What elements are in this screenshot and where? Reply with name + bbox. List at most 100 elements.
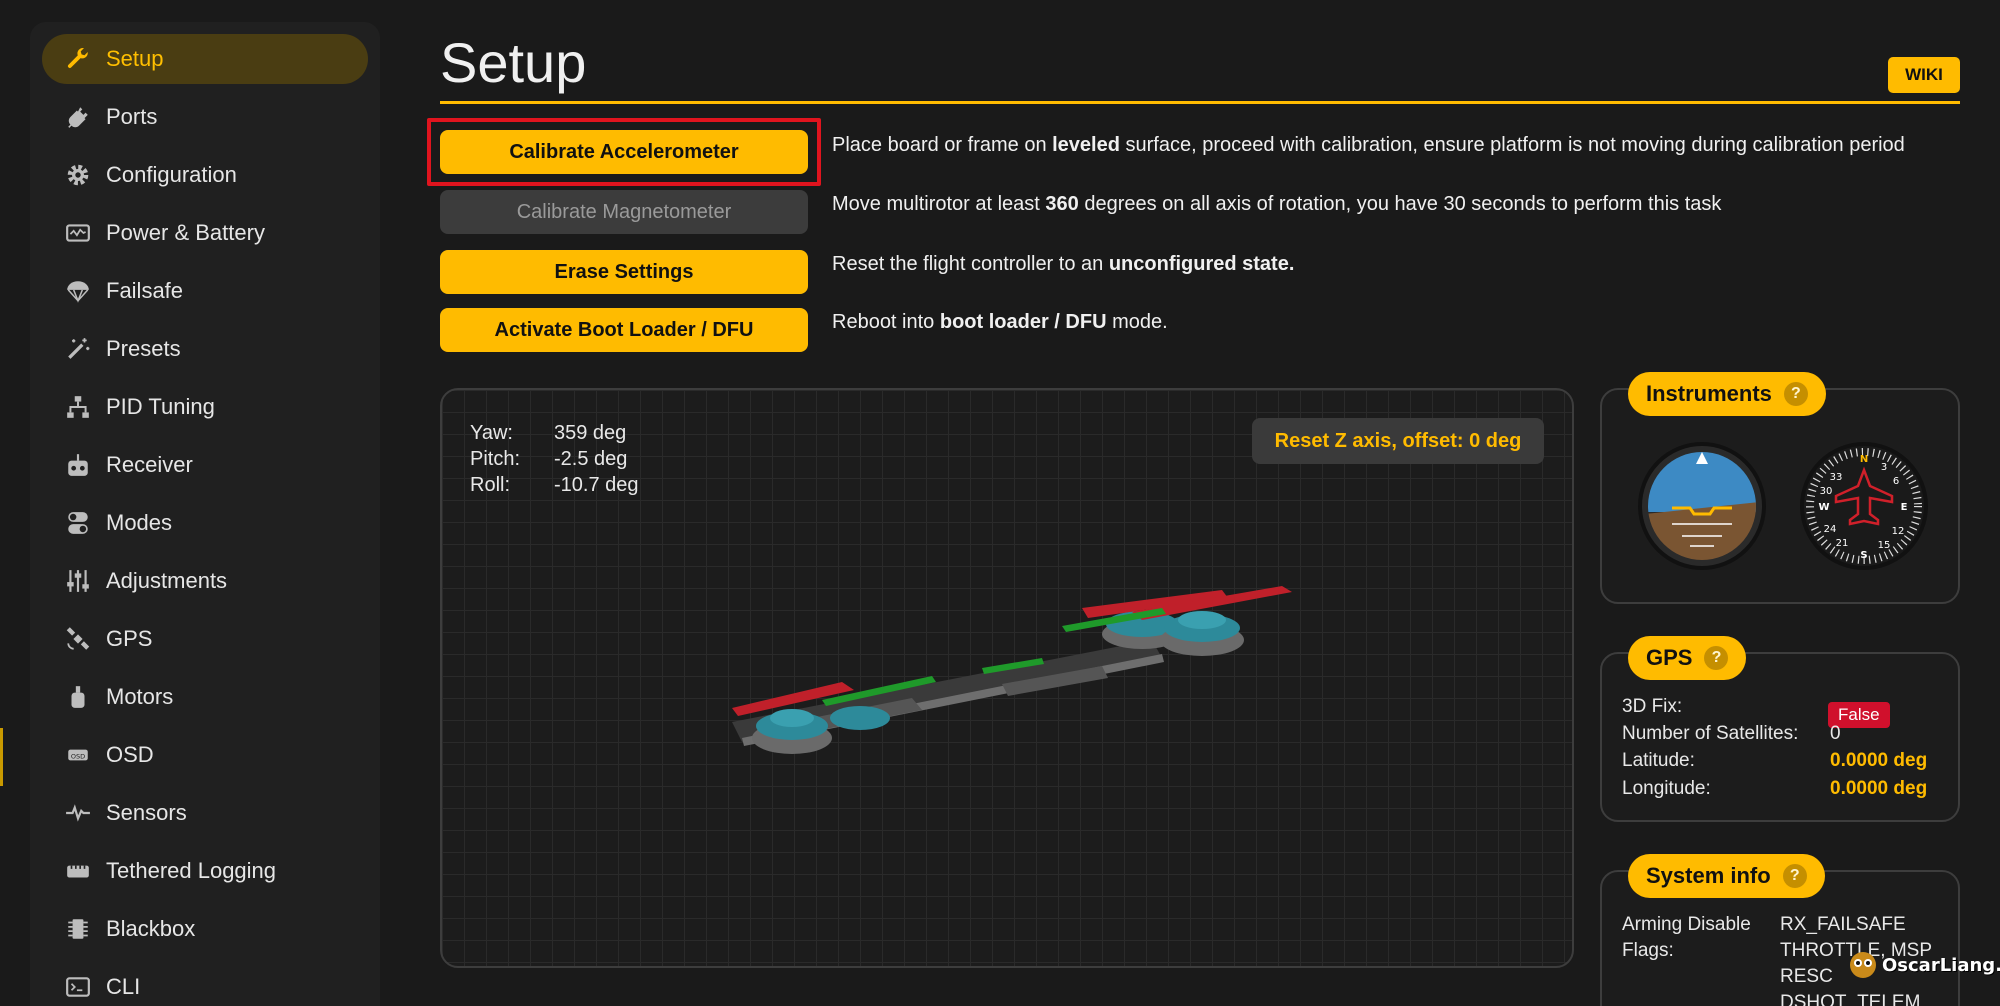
plug-icon (64, 103, 92, 131)
calibrate-magnetometer-description: Move multirotor at least 360 degrees on … (832, 193, 1722, 215)
svg-text:OSD: OSD (71, 752, 85, 760)
logging-icon (64, 857, 92, 885)
sidebar-item-label: GPS (106, 626, 153, 651)
attitude-indicator-icon (1638, 442, 1766, 570)
activate-bootloader-button[interactable]: Activate Boot Loader / DFU (440, 308, 808, 352)
sidebar-item-failsafe[interactable]: Failsafe (42, 266, 368, 316)
roll-label: Roll: (470, 474, 511, 496)
watermark-logo: OscarLiang.com (1848, 950, 2000, 980)
activate-bootloader-description: Reboot into boot loader / DFU mode. (832, 311, 1168, 333)
sidebar-item-label: PID Tuning (106, 394, 215, 419)
roll-row: Roll: -10.7 deg (470, 472, 639, 498)
gps-panel: GPS ? 3D Fix: False Number of Satellites… (1600, 636, 1960, 822)
magic-wand-icon (64, 335, 92, 363)
highlight-annotation-box (427, 118, 821, 186)
sidebar-item-pid-tuning[interactable]: PID Tuning (42, 382, 368, 432)
arming-disable-label: Arming Disable (1622, 914, 1751, 935)
sidebar-item-label: Motors (106, 684, 174, 709)
sidebar-item-ports[interactable]: Ports (42, 92, 368, 142)
sidebar-item-sensors[interactable]: Sensors (42, 788, 368, 838)
sliders-icon (64, 567, 92, 595)
terminal-icon (64, 973, 92, 1001)
erase-settings-button[interactable]: Erase Settings (440, 250, 808, 294)
sidebar-item-tethered-logging[interactable]: Tethered Logging (42, 846, 368, 896)
gps-satellites-value: 0 (1830, 723, 1841, 744)
sidebar-item-power-battery[interactable]: Power & Battery (42, 208, 368, 258)
yaw-row: Yaw: 359 deg (470, 420, 639, 446)
sidebar-item-blackbox[interactable]: Blackbox (42, 904, 368, 954)
gps-title: GPS (1646, 645, 1693, 670)
sidebar-item-setup[interactable]: Setup (42, 34, 368, 84)
instruments-panel: Instruments ? N E S W 33 30 3 6 12 15 21… (1600, 372, 1960, 604)
sidebar-nav: Setup Ports Configuration Power & Batter… (30, 22, 380, 1006)
chip-icon (64, 915, 92, 943)
remote-control-icon (64, 451, 92, 479)
sidebar-item-gps[interactable]: GPS (42, 614, 368, 664)
arming-flag-item: DSHOT_TELEM (1780, 992, 1921, 1006)
calibrate-magnetometer-button[interactable]: Calibrate Magnetometer (440, 190, 808, 234)
reset-z-axis-button[interactable]: Reset Z axis, offset: 0 deg (1252, 418, 1544, 464)
gps-header: GPS ? (1628, 636, 1747, 680)
pulse-icon (64, 799, 92, 827)
sidebar-item-label: CLI (106, 974, 141, 999)
help-icon[interactable]: ? (1704, 646, 1729, 670)
wrench-icon (64, 45, 92, 73)
yaw-label: Yaw: (470, 422, 513, 444)
sidebar-item-label: Tethered Logging (106, 858, 277, 883)
svg-text:15: 15 (1878, 540, 1891, 551)
sidebar-item-configuration[interactable]: Configuration (42, 150, 368, 200)
sidebar-item-motors[interactable]: Motors (42, 672, 368, 722)
gps-fix-label: 3D Fix: (1622, 696, 1683, 717)
battery-graph-icon (64, 219, 92, 247)
model-view-panel: Yaw: 359 deg Pitch: -2.5 deg Roll: -10.7… (440, 388, 1574, 968)
sidebar-item-adjustments[interactable]: Adjustments (42, 556, 368, 606)
gps-latitude-label: Latitude: (1622, 750, 1695, 771)
svg-text:33: 33 (1830, 472, 1843, 483)
sidebar-item-cli[interactable]: CLI (42, 962, 368, 1006)
svg-text:30: 30 (1820, 486, 1833, 497)
gps-satellites-label: Number of Satellites: (1622, 723, 1799, 744)
roll-value: -10.7 deg (554, 474, 639, 496)
gps-longitude-label: Longitude: (1622, 778, 1711, 799)
attitude-readout: Yaw: 359 deg Pitch: -2.5 deg Roll: -10.7… (470, 420, 639, 498)
pitch-label: Pitch: (470, 448, 521, 470)
svg-text:E: E (1901, 502, 1908, 513)
system-info-title: System info (1646, 863, 1771, 888)
sidebar-item-modes[interactable]: Modes (42, 498, 368, 548)
system-info-panel: System info ? Arming Disable Flags: RX_F… (1600, 854, 1960, 1006)
hierarchy-icon (64, 393, 92, 421)
gear-icon (64, 161, 92, 189)
instrument-gauges: N E S W 33 30 3 6 12 15 21 24 (1638, 442, 1928, 570)
arming-flag-item: RESC (1780, 966, 1833, 987)
pitch-row: Pitch: -2.5 deg (470, 446, 639, 472)
svg-text:21: 21 (1836, 538, 1849, 549)
svg-text:W: W (1818, 502, 1829, 513)
sidebar-item-label: OSD (106, 742, 154, 767)
page-title: Setup (440, 31, 587, 94)
pitch-value: -2.5 deg (554, 448, 628, 470)
gps-longitude-value: 0.0000 deg (1830, 778, 1928, 799)
calibrate-accelerometer-description: Place board or frame on leveled surface,… (832, 134, 1905, 156)
svg-text:12: 12 (1892, 526, 1905, 537)
sidebar-item-label: Setup (106, 46, 164, 71)
arming-flag-item: RX_FAILSAFE (1780, 914, 1906, 935)
sidebar-item-label: Modes (106, 510, 173, 535)
satellite-icon (64, 625, 92, 653)
system-info-header: System info ? (1628, 854, 1825, 898)
help-icon[interactable]: ? (1782, 864, 1807, 888)
sidebar-item-label: Ports (106, 104, 158, 129)
yaw-value: 359 deg (554, 422, 627, 444)
sidebar-item-label: Receiver (106, 452, 193, 477)
toggle-icon (64, 509, 92, 537)
parachute-icon (64, 277, 92, 305)
sidebar-item-presets[interactable]: Presets (42, 324, 368, 374)
sidebar-item-osd[interactable]: OSD OSD (42, 730, 368, 780)
motor-icon (64, 683, 92, 711)
sidebar-item-label: Power & Battery (106, 220, 265, 245)
svg-text:6: 6 (1893, 476, 1899, 487)
watermark-text: OscarLiang.com (1882, 954, 2000, 976)
sidebar-item-receiver[interactable]: Receiver (42, 440, 368, 490)
osd-icon: OSD (64, 741, 92, 769)
sidebar-item-label: Configuration (106, 162, 237, 187)
wiki-button[interactable]: WIKI (1888, 57, 1960, 93)
